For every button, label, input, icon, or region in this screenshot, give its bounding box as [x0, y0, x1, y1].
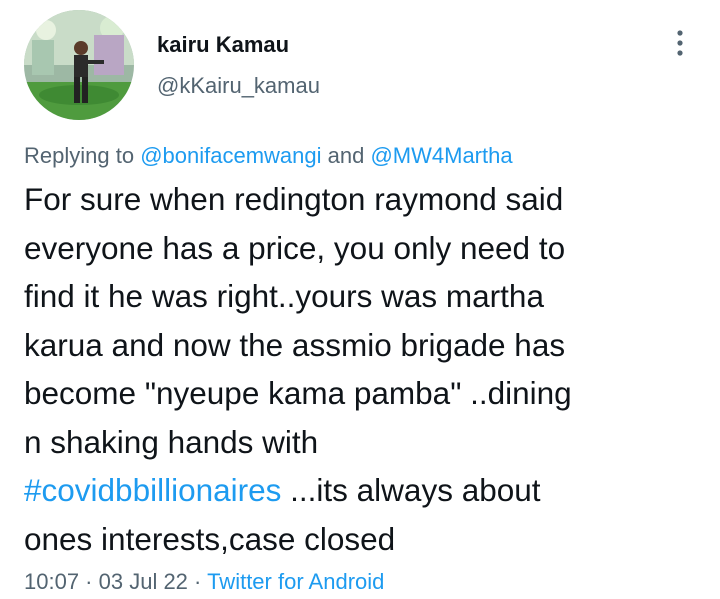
display-name[interactable]: kairu Kamau — [157, 30, 289, 60]
tweet-line: ...its always about — [281, 472, 541, 508]
avatar[interactable] — [24, 10, 134, 120]
tweet-line: For sure when redington raymond said — [24, 181, 564, 217]
tweet-line: find it he was right..yours was martha — [24, 278, 544, 314]
tweet-line: karua and now the assmio brigade has — [24, 326, 566, 363]
tweet-line: n shaking hands with — [24, 423, 319, 460]
tweet-date[interactable]: 03 Jul 22 — [99, 569, 188, 594]
mention-link-bonifacemwangi[interactable]: @bonifacemwangi — [140, 143, 321, 168]
hashtag-link[interactable]: #covidbbillionaires — [24, 472, 281, 508]
user-handle[interactable]: @kKairu_kamau — [157, 71, 320, 101]
tweet-text: For sure when redington raymond said eve… — [24, 175, 704, 563]
tweet-line: become "nyeupe kama pamba" ..dining — [24, 375, 572, 411]
meta-separator: · — [187, 569, 208, 594]
avatar-photo — [24, 10, 134, 120]
tweet-meta: 10:07 · 03 Jul 22 · Twitter for Android — [24, 567, 384, 597]
tweet-line: ones interests,case closed — [24, 520, 396, 557]
meta-separator: · — [79, 569, 99, 594]
replying-to: Replying to @bonifacemwangi and @MW4Mart… — [24, 141, 513, 171]
more-vertical-icon[interactable] — [670, 28, 690, 60]
replying-to-label: Replying to — [24, 143, 141, 168]
replying-to-joiner: and — [321, 143, 371, 168]
tweet-line: everyone has a price, you only need to — [24, 229, 566, 266]
mention-link-mw4martha[interactable]: @MW4Martha — [370, 143, 512, 168]
tweet-source-link[interactable]: Twitter for Android — [207, 569, 384, 594]
tweet-time[interactable]: 10:07 — [24, 569, 79, 594]
